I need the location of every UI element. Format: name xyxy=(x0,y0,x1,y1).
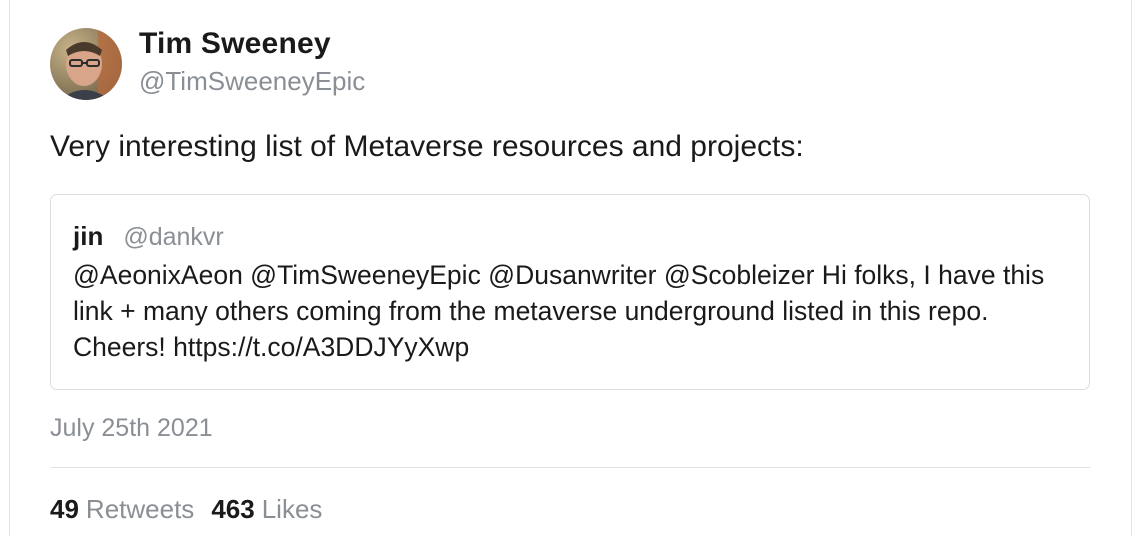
divider xyxy=(50,467,1090,468)
likes-label: Likes xyxy=(261,494,323,524)
likes-stat[interactable]: 463 Likes xyxy=(211,492,322,526)
card-right-border xyxy=(1131,0,1132,536)
retweets-label: Retweets xyxy=(85,494,195,524)
quoted-tweet[interactable]: jin @dankvr @AeonixAeon @TimSweeneyEpic … xyxy=(50,194,1090,390)
quoted-tweet-header: jin @dankvr xyxy=(73,220,1067,253)
author-display-name[interactable]: Tim Sweeney xyxy=(139,26,365,62)
avatar[interactable] xyxy=(50,28,122,100)
tweet-card: Tim Sweeney @TimSweeneyEpic Very interes… xyxy=(0,0,1146,536)
retweets-count: 49 xyxy=(50,494,79,524)
tweet-text: Very interesting list of Metaverse resou… xyxy=(50,130,804,163)
quoted-tweet-text: @AeonixAeon @TimSweeneyEpic @Dusanwriter… xyxy=(73,260,1045,362)
author-handle[interactable]: @TimSweeneyEpic xyxy=(139,65,365,97)
author-names: Tim Sweeney @TimSweeneyEpic xyxy=(139,26,365,97)
tweet-header: Tim Sweeney @TimSweeneyEpic xyxy=(50,26,365,100)
tweet-stats: 49 Retweets 463 Likes xyxy=(50,492,322,526)
profile-photo-icon xyxy=(50,28,122,100)
quoted-author-handle: @dankvr xyxy=(123,223,224,251)
likes-count: 463 xyxy=(211,494,255,524)
retweets-stat[interactable]: 49 Retweets xyxy=(50,492,194,526)
card-left-border xyxy=(9,0,10,536)
quoted-author-name: jin xyxy=(73,221,104,251)
tweet-date[interactable]: July 25th 2021 xyxy=(50,412,213,444)
